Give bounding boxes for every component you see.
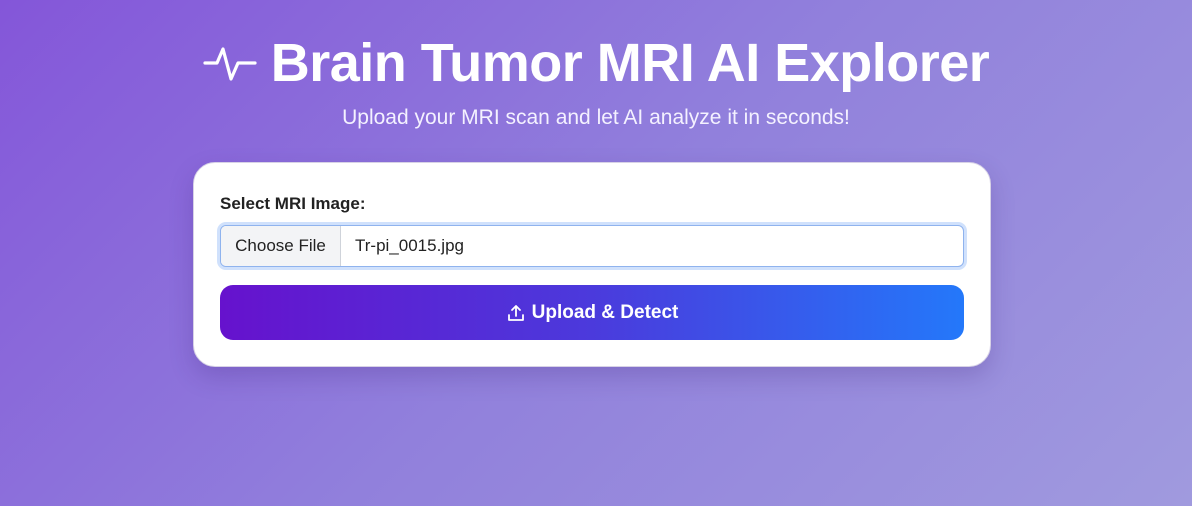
upload-detect-button[interactable]: Upload & Detect	[220, 285, 964, 340]
page-title: Brain Tumor MRI AI Explorer	[270, 33, 990, 93]
file-input[interactable]: Choose File Tr-pi_0015.jpg	[220, 225, 964, 267]
selected-file-name: Tr-pi_0015.jpg	[355, 236, 464, 255]
file-field-label: Select MRI Image:	[220, 194, 366, 213]
upload-card: Select MRI Image: Choose File Tr-pi_0015…	[193, 162, 991, 367]
page-header: Brain Tumor MRI AI Explorer Upload your …	[0, 28, 1192, 130]
page-subtitle: Upload your MRI scan and let AI analyze …	[342, 106, 850, 129]
choose-file-button[interactable]: Choose File	[221, 226, 341, 266]
upload-icon	[506, 303, 526, 323]
upload-detect-label: Upload & Detect	[531, 301, 679, 323]
pulse-icon	[203, 41, 257, 85]
title-row: Brain Tumor MRI AI Explorer	[0, 28, 1192, 98]
